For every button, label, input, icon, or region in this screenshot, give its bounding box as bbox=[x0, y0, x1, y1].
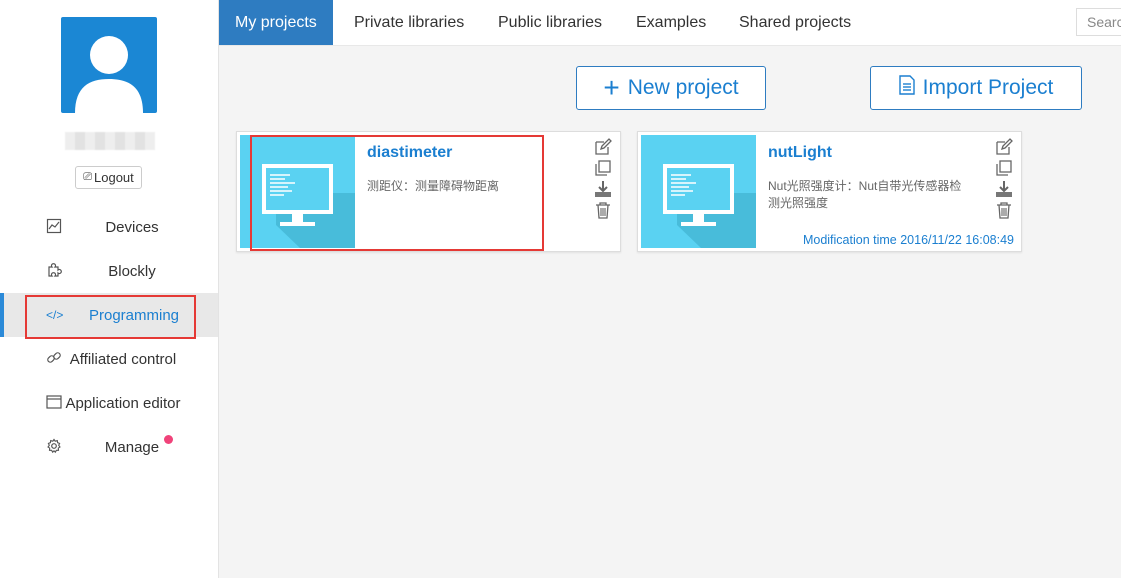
tab-my-projects[interactable]: My projects bbox=[219, 0, 333, 45]
download-icon[interactable] bbox=[995, 180, 1013, 198]
sidebar: ⎚ Logout Devices Blockly </> Programming… bbox=[0, 0, 219, 578]
project-description: 测距仪：测量障碍物距离 bbox=[367, 179, 500, 193]
logout-label: Logout bbox=[94, 170, 134, 185]
card-actions bbox=[995, 138, 1015, 219]
project-thumbnail bbox=[641, 135, 756, 248]
project-card-nutlight[interactable]: nutLight Nut光照强度计：Nut自带光传感器检测光照强度 Modifi… bbox=[637, 131, 1022, 252]
download-icon[interactable] bbox=[594, 180, 612, 198]
sidebar-item-application-editor[interactable]: Application editor bbox=[0, 381, 218, 425]
logout-icon: ⎚ bbox=[83, 171, 93, 183]
tab-private-libraries[interactable]: Private libraries bbox=[338, 0, 480, 45]
copy-icon[interactable] bbox=[995, 159, 1013, 177]
main-content: My projects Private libraries Public lib… bbox=[219, 0, 1121, 578]
sidebar-item-programming[interactable]: </> Programming bbox=[0, 293, 218, 337]
project-title[interactable]: nutLight bbox=[768, 144, 832, 162]
project-title[interactable]: diastimeter bbox=[367, 144, 452, 162]
trash-icon[interactable] bbox=[995, 201, 1013, 219]
sidebar-item-devices[interactable]: Devices bbox=[0, 205, 218, 249]
sidebar-item-label: Blockly bbox=[108, 262, 156, 280]
monitor-icon bbox=[262, 164, 355, 248]
trash-icon[interactable] bbox=[594, 201, 612, 219]
tab-shared-projects[interactable]: Shared projects bbox=[723, 0, 867, 45]
project-description: Nut光照强度计：Nut自带光传感器检测光照强度 bbox=[768, 179, 962, 210]
new-project-button[interactable]: + New project bbox=[576, 66, 766, 110]
edit-icon[interactable] bbox=[995, 138, 1013, 156]
sidebar-item-manage[interactable]: Manage bbox=[0, 425, 218, 469]
document-icon bbox=[898, 75, 915, 101]
import-project-button[interactable]: Import Project bbox=[870, 66, 1082, 110]
card-actions bbox=[594, 138, 614, 219]
edit-icon[interactable] bbox=[594, 138, 612, 156]
sidebar-item-label: Manage bbox=[104, 438, 160, 456]
tab-public-libraries[interactable]: Public libraries bbox=[482, 0, 618, 45]
sidebar-item-label: Devices bbox=[105, 218, 159, 236]
new-project-label: New project bbox=[627, 76, 739, 99]
tab-examples[interactable]: Examples bbox=[620, 0, 722, 45]
search-input[interactable]: Search bbox=[1076, 8, 1121, 36]
plus-icon: + bbox=[603, 72, 620, 103]
sidebar-item-blockly[interactable]: Blockly bbox=[0, 249, 218, 293]
project-modification-time: Modification time 2016/11/22 16:08:49 bbox=[802, 233, 1014, 247]
avatar[interactable] bbox=[61, 17, 157, 113]
sidebar-item-label: Application editor bbox=[65, 394, 181, 412]
import-project-label: Import Project bbox=[922, 76, 1054, 99]
sidebar-item-label: Programming bbox=[88, 306, 180, 324]
logout-button[interactable]: ⎚ Logout bbox=[75, 166, 142, 189]
sidebar-item-affiliated-control[interactable]: Affiliated control bbox=[0, 337, 218, 381]
monitor-icon bbox=[663, 164, 756, 248]
sidebar-item-label: Affiliated control bbox=[69, 350, 177, 368]
project-card-diastimeter[interactable]: diastimeter 测距仪：测量障碍物距离 bbox=[236, 131, 621, 252]
username-blurred bbox=[65, 132, 155, 150]
notification-dot bbox=[164, 435, 173, 444]
top-tab-bar: My projects Private libraries Public lib… bbox=[219, 0, 1121, 46]
user-silhouette-icon bbox=[75, 36, 143, 113]
copy-icon[interactable] bbox=[594, 159, 612, 177]
project-thumbnail bbox=[240, 135, 355, 248]
